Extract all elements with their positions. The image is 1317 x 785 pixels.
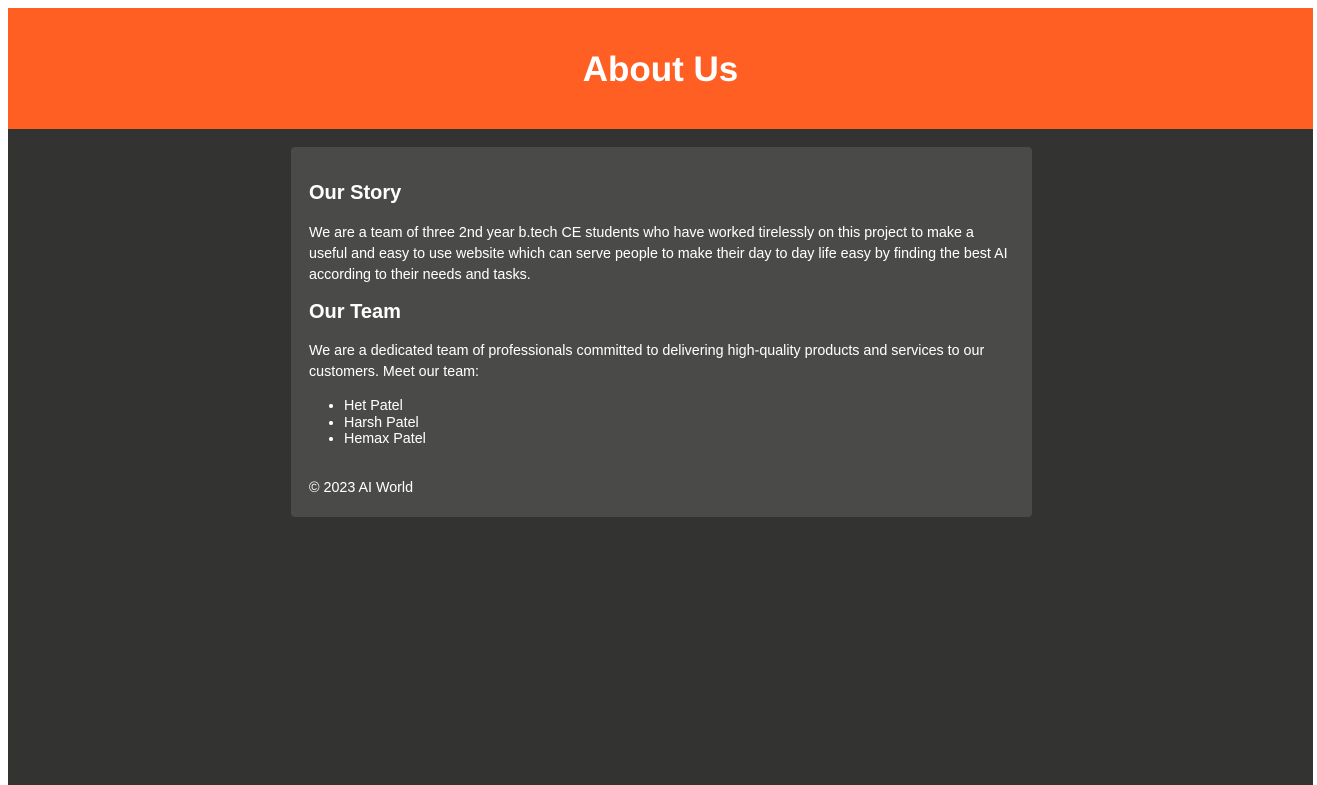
page: About Us Our Story We are a team of thre… — [8, 8, 1313, 785]
story-heading: Our Story — [309, 182, 402, 204]
team-section: Our Team We are a dedicated team of prof… — [309, 300, 1014, 448]
page-header: About Us — [8, 8, 1313, 129]
story-text: We are a team of three 2nd year b.tech C… — [309, 225, 1008, 283]
team-text: We are a dedicated team of professionals… — [309, 343, 985, 380]
team-member: Hemax Patel — [344, 431, 1014, 448]
team-member: Het Patel — [344, 398, 1014, 415]
page-title: About Us — [582, 50, 739, 89]
team-member: Harsh Patel — [344, 415, 1014, 432]
team-heading: Our Team — [309, 301, 401, 323]
footer-copyright: © 2023 AI World — [309, 479, 414, 496]
about-card: Our Story We are a team of three 2nd yea… — [291, 147, 1032, 517]
story-section: Our Story We are a team of three 2nd yea… — [309, 181, 1014, 286]
team-list: Het Patel Harsh Patel Hemax Patel — [309, 398, 1014, 448]
